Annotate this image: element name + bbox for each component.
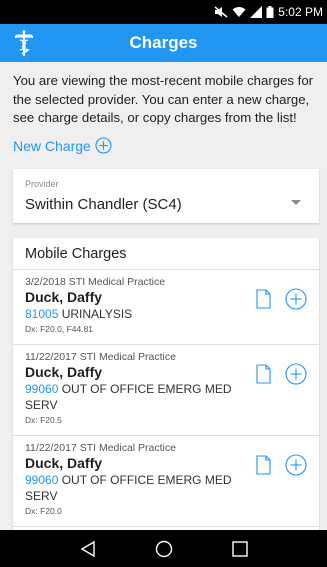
copy-icon[interactable] [256,455,271,475]
new-charge-button[interactable]: New Charge [13,137,112,154]
provider-select[interactable]: Provider Swithin Chandler (SC4) [13,169,319,223]
charge-item[interactable]: 11/22/2017 STI Medical Practice Duck, Da… [13,436,319,527]
battery-icon [266,6,274,18]
dropdown-arrow-icon [291,200,301,205]
add-circle-icon [95,137,112,154]
charge-diagnosis: Dx: F20.0 [25,506,62,516]
add-circle-icon[interactable] [285,363,307,385]
back-icon[interactable] [79,540,97,558]
charge-code: 99060 [25,382,59,396]
mobile-charges-title: Mobile Charges [13,238,319,270]
charge-code: 81005 [25,307,59,321]
charge-procedure: 81005 URINALYSIS [25,306,245,322]
signal-icon [250,6,263,18]
add-circle-icon[interactable] [285,288,307,310]
page-title: Charges [129,33,198,52]
charge-item[interactable]: 11/22/2017 STI Medical Practice Duck, Da… [13,345,319,436]
new-charge-label: New Charge [13,137,91,154]
copy-icon[interactable] [256,364,271,384]
copy-icon[interactable] [256,289,271,309]
app-bar: Charges [0,24,327,62]
main-content: You are viewing the most-recent mobile c… [0,62,327,530]
provider-label: Provider [25,179,59,189]
status-time: 5:02 PM [278,5,323,19]
charge-description: URINALYSIS [61,307,133,321]
charge-procedure: 99060 OUT OF OFFICE EMERG MED SERV [25,472,245,504]
wifi-icon [232,7,246,17]
mute-icon [214,6,228,18]
navigation-bar [0,530,327,567]
charge-actions [256,454,307,476]
caduceus-icon[interactable] [12,29,36,57]
charge-item[interactable]: 3/2/2018 STI Medical Practice Duck, Daff… [13,270,319,345]
add-circle-icon[interactable] [285,454,307,476]
recents-icon[interactable] [232,540,248,557]
mobile-charges-card: Mobile Charges 3/2/2018 STI Medical Prac… [13,238,319,530]
charge-actions [256,363,307,385]
charge-procedure: 99060 OUT OF OFFICE EMERG MED SERV [25,381,245,413]
intro-text: You are viewing the most-recent mobile c… [13,73,314,125]
home-icon[interactable] [155,540,173,558]
charge-actions [256,288,307,310]
status-bar: 5:02 PM [0,0,327,24]
charge-diagnosis: Dx: F20.5 [25,415,62,425]
provider-value: Swithin Chandler (SC4) [25,196,182,213]
charge-code: 99060 [25,473,59,487]
charge-diagnosis: Dx: F20.0, F44.81 [25,324,94,334]
